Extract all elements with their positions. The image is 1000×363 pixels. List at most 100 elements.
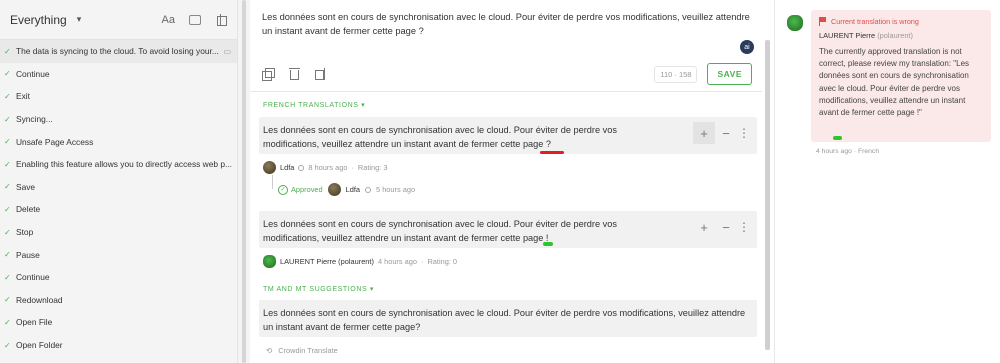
issue-type: Current translation is wrong [819,17,983,26]
string-list-item-label: Stop [16,227,34,238]
split-view-icon[interactable] [315,68,327,80]
string-list-item-label: Continue [16,68,50,79]
string-list-item[interactable]: ✓ Delete [0,198,237,221]
check-icon: ✓ [4,272,11,282]
string-list-item[interactable]: ✓ The data is syncing to the cloud. To av… [0,40,237,63]
mt-source: ⟲ Crowdin Translate [266,346,338,355]
check-icon: ✓ [4,159,11,169]
string-list-item[interactable]: ✓ Syncing... [0,108,237,131]
avatar[interactable] [787,15,803,31]
string-list-item-label: Continue [16,272,50,283]
author-name[interactable]: Ldfa [280,163,294,172]
more-options-icon[interactable]: ⋮ [737,122,751,144]
comment-author-name[interactable]: LAURENT Pierre [819,31,875,40]
comments-panel: Current translation is wrong LAURENT Pie… [775,0,1000,363]
highlight-mark-green [833,136,842,140]
check-icon: ✓ [4,46,11,56]
check-icon: ✓ [4,69,11,79]
keyboard-icon[interactable] [189,14,201,25]
avatar[interactable] [327,183,341,196]
mt-suggestion[interactable]: Les données sont en cours de synchronisa… [259,300,757,337]
translation-rating: Rating: 3 [357,163,388,172]
trash-icon[interactable] [289,68,300,80]
string-list-item-label: Exit [16,91,30,102]
sidebar-scrollbar-track [238,0,250,363]
string-list-item-label: Save [16,181,36,192]
approved-badge: ✓ Approved [278,184,323,195]
check-icon: ✓ [4,340,11,350]
translation-time: 8 hours ago [308,163,348,172]
tm-mt-suggestions-header[interactable]: TM AND MT SUGGESTIONS ▾ [263,285,374,293]
author-name[interactable]: LAURENT Pierre (polaurent) [280,257,374,266]
crop-icon[interactable] [215,13,227,26]
issue-type-label: Current translation is wrong [831,17,919,26]
issue-comment: Current translation is wrong LAURENT Pie… [811,10,991,142]
save-button[interactable]: SAVE [707,63,752,85]
approved-label: Approved [291,185,323,194]
chevron-down-icon: ▾ [76,14,82,24]
tm-mt-header-label: TM AND MT SUGGESTIONS [263,286,368,293]
comment-body: The currently approved translation is no… [819,47,970,118]
check-icon: ✓ [4,91,11,101]
string-list-item[interactable]: ✓ Unsafe Page Access [0,130,237,153]
french-translations-header-label: FRENCH TRANSLATIONS [263,102,359,109]
check-icon: ✓ [4,317,11,327]
info-icon [298,164,305,171]
comment-author-handle: (polaurent) [877,31,913,40]
source-string[interactable]: Les données sont en cours de synchronisa… [250,0,762,38]
flag-icon [819,17,827,26]
comment-icon[interactable]: ▭ [223,47,231,56]
string-list-item[interactable]: ✓ Pause [0,243,237,266]
translation-rating: Rating: 0 [427,257,458,266]
check-icon: ✓ [278,184,288,195]
vote-down-button[interactable]: − [715,216,737,238]
string-list-item-label: Open Folder [16,340,63,351]
check-icon: ✓ [4,182,11,192]
string-list-item-label: Pause [16,249,40,260]
editor-scrollbar[interactable] [765,40,770,350]
string-list-item[interactable]: ✓ Redownload [0,289,237,312]
string-list-item[interactable]: ✓ Exit [0,85,237,108]
translation-item[interactable]: Les données sont en cours de synchronisa… [259,211,757,248]
string-list-item[interactable]: ✓ Stop [0,221,237,244]
info-icon [365,186,372,193]
approver-name[interactable]: Ldfa [346,185,360,194]
translation-text: Les données sont en cours de synchronisa… [263,219,617,243]
string-list-item-label: Syncing... [16,114,53,125]
string-list-item[interactable]: ✓ Enabling this feature allows you to dir… [0,153,237,176]
avatar[interactable] [263,161,276,174]
more-options-icon[interactable]: ⋮ [737,216,751,238]
string-list-item[interactable]: ✓ Open File [0,311,237,334]
mt-source-label: Crowdin Translate [278,346,338,355]
check-icon: ✓ [4,250,11,260]
highlight-mark-green [543,242,553,246]
comment-author: LAURENT Pierre (polaurent) [819,31,983,40]
vote-up-button[interactable]: + [693,122,715,144]
highlight-mark-red [540,151,564,154]
avatar[interactable] [263,255,276,268]
string-list-item[interactable]: ✓ Continue [0,63,237,86]
check-icon: ✓ [4,295,11,305]
approval-row: ✓ Approved Ldfa 5 hours ago [278,183,415,196]
vote-down-button[interactable]: − [715,122,737,144]
check-icon: ✓ [4,114,11,124]
string-list-item[interactable]: ✓ Save [0,176,237,199]
case-sensitive-toggle[interactable]: Aa [162,14,175,26]
filter-bar: Everything ▾ Aa [0,0,237,40]
copy-source-icon[interactable] [262,68,275,81]
ai-assistant-icon[interactable]: ai [740,40,754,54]
sidebar-scrollbar[interactable] [242,0,246,363]
editor-toolbar: 110 · 158 SAVE [262,63,752,85]
string-list-item-label: Redownload [16,294,63,305]
comment-footer: 4 hours ago · French [816,148,880,155]
translation-item[interactable]: Les données sont en cours de synchronisa… [259,117,757,154]
check-icon: ✓ [4,137,11,147]
filter-dropdown[interactable]: Everything ▾ [10,13,81,27]
check-icon: ✓ [4,227,11,237]
string-list-item[interactable]: ✓ Open Folder [0,334,237,357]
translation-meta: Ldfa 8 hours ago · Rating: 3 [263,161,388,174]
string-list-item[interactable]: ✓ Continue [0,266,237,289]
string-list-item-label: Open File [16,317,53,328]
vote-up-button[interactable]: + [693,216,715,238]
french-translations-header[interactable]: FRENCH TRANSLATIONS ▾ [263,101,365,109]
